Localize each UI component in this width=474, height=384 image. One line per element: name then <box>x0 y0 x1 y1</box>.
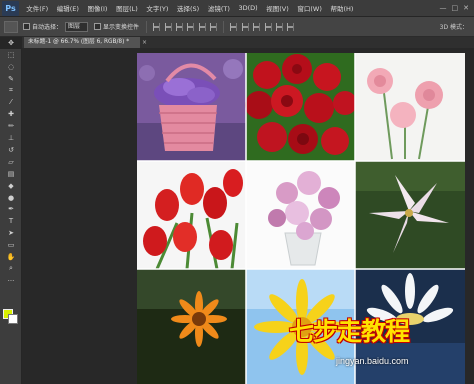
tile-pink-bouquet <box>246 161 355 269</box>
menu-layer[interactable]: 图层(L) <box>112 3 142 13</box>
healing-brush-icon[interactable]: ✚ <box>0 108 22 120</box>
watermark-text: 七步走教程 <box>289 318 410 346</box>
align-top-icon[interactable] <box>153 22 161 31</box>
pen-icon[interactable]: ✒ <box>0 203 22 215</box>
clone-stamp-icon[interactable]: ⊥ <box>0 132 22 144</box>
more-icon[interactable]: ··· <box>0 275 22 287</box>
menu-3d[interactable]: 3D(D) <box>234 4 262 12</box>
tile-orange-gerbera <box>137 269 246 384</box>
align-left-icon[interactable] <box>187 22 195 31</box>
distribute-right-icon[interactable] <box>287 22 295 31</box>
menu-image[interactable]: 图像(I) <box>83 3 112 13</box>
auto-select-label: 自动选择： <box>32 24 63 31</box>
distribute-vcenter-icon[interactable] <box>241 22 249 31</box>
photoshop-logo: Ps <box>2 0 19 16</box>
menu-select[interactable]: 选择(S) <box>173 3 204 13</box>
menu-filter[interactable]: 滤镜(T) <box>204 3 235 13</box>
menu-bar: Ps 文件(F) 编辑(E) 图像(I) 图层(L) 文字(Y) 选择(S) 滤… <box>0 0 474 17</box>
distribute-bottom-icon[interactable] <box>253 22 261 31</box>
distribute-left-icon[interactable] <box>264 22 272 31</box>
marquee-icon[interactable]: ⬚ <box>0 49 22 61</box>
close-tab-icon[interactable]: × <box>142 37 147 48</box>
align-bottom-icon[interactable] <box>175 22 183 31</box>
show-transform-label: 显示变换控件 <box>103 24 140 31</box>
tile-red-roses <box>245 53 357 161</box>
separator <box>223 20 225 33</box>
path-select-icon[interactable]: ➤ <box>0 227 22 239</box>
tile-red-tulips <box>137 161 246 270</box>
align-hcenter-icon[interactable] <box>198 22 206 31</box>
dodge-icon[interactable]: ● <box>0 192 22 204</box>
document-tab[interactable]: 未标题-1 @ 66.7% (图层 6, RGB/8) * <box>24 37 140 48</box>
tools-panel: ✥ ⬚ ◌ ✎ ⌗ ⁄ ✚ ✏ ⊥ ↺ ▱ ▤ ◆ ● ✒ T ➤ ▭ ✋ ⌕ ··· <box>0 37 22 384</box>
3d-mode-label: 3D 模式： <box>439 24 468 31</box>
menu-edit[interactable]: 编辑(E) <box>52 3 83 13</box>
auto-select-dropdown[interactable]: 图层 <box>65 21 89 32</box>
menu-help[interactable]: 帮助(H) <box>326 3 358 13</box>
tile-white-lily <box>355 161 465 269</box>
separator <box>146 20 148 33</box>
zoom-icon[interactable]: ⌕ <box>0 263 22 275</box>
brush-icon[interactable]: ✏ <box>0 120 22 132</box>
lasso-icon[interactable]: ◌ <box>0 61 22 73</box>
eyedropper-icon[interactable]: ⁄ <box>0 96 22 108</box>
options-bar: 自动选择： 图层 显示变换控件 3D 模式： <box>0 17 474 37</box>
blur-icon[interactable]: ◆ <box>0 180 22 192</box>
menu-type[interactable]: 文字(Y) <box>142 3 173 13</box>
type-icon[interactable]: T <box>0 215 22 227</box>
background-color-swatch[interactable] <box>8 314 18 324</box>
gradient-icon[interactable]: ▤ <box>0 168 22 180</box>
crop-icon[interactable]: ⌗ <box>0 85 22 97</box>
align-vcenter-icon[interactable] <box>164 22 172 31</box>
document-tab-bar: 未标题-1 @ 66.7% (图层 6, RGB/8) * × <box>22 37 474 48</box>
menu-file[interactable]: 文件(F) <box>22 3 52 13</box>
tool-preset-picker[interactable] <box>4 20 18 33</box>
history-brush-icon[interactable]: ↺ <box>0 144 22 156</box>
close-icon[interactable]: ✕ <box>463 4 469 12</box>
quick-select-icon[interactable]: ✎ <box>0 73 22 85</box>
maximize-icon[interactable]: □ <box>452 4 459 12</box>
minimize-icon[interactable]: — <box>440 4 447 12</box>
tile-lavender-basket <box>137 53 246 161</box>
align-right-icon[interactable] <box>210 22 218 31</box>
menu-view[interactable]: 视图(V) <box>262 3 293 13</box>
menu-window[interactable]: 窗口(W) <box>293 3 326 13</box>
distribute-hcenter-icon[interactable] <box>275 22 283 31</box>
show-transform-checkbox[interactable] <box>94 23 102 30</box>
move-icon[interactable]: ✥ <box>0 37 22 49</box>
tile-pink-carnations <box>355 53 465 161</box>
eraser-icon[interactable]: ▱ <box>0 156 22 168</box>
shape-icon[interactable]: ▭ <box>0 239 22 251</box>
auto-select-checkbox[interactable] <box>23 23 30 30</box>
hand-icon[interactable]: ✋ <box>0 251 22 263</box>
watermark-url: jingyan.baidu.com <box>336 356 409 366</box>
distribute-top-icon[interactable] <box>230 22 238 31</box>
window-controls: — □ ✕ <box>440 4 474 12</box>
